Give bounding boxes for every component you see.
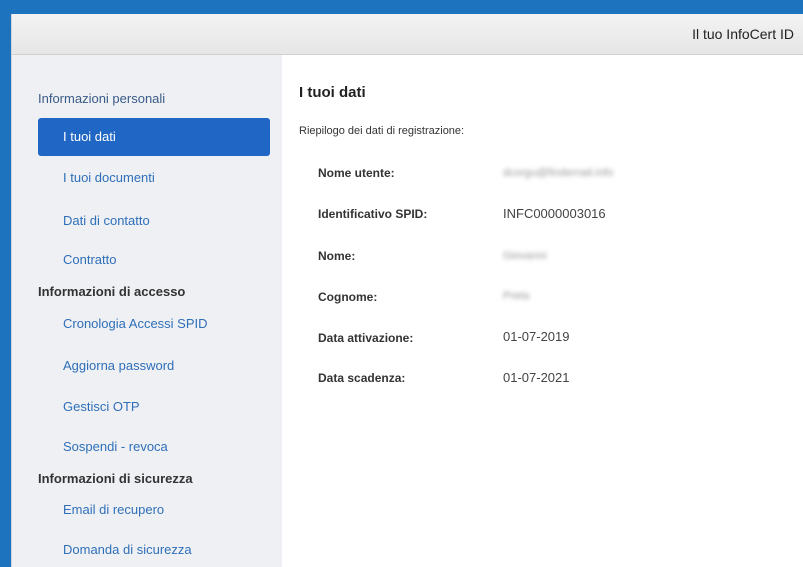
sidebar: Informazioni personali I tuoi dati I tuo… [12,55,282,567]
field-value-username: dcorgu@findernail.info [503,167,614,179]
sidebar-item-dati-di-contatto[interactable]: Dati di contatto [63,213,150,228]
field-label-nome: Nome: [318,249,356,263]
sidebar-group-personal[interactable]: Informazioni personali [38,91,165,106]
field-label-cognome: Cognome: [318,290,378,304]
field-label-scadenza: Data scadenza: [318,371,406,385]
sidebar-item-aggiorna-password[interactable]: Aggiorna password [63,358,174,373]
field-value-spid: INFC0000003016 [503,206,606,221]
field-label-username: Nome utente: [318,166,395,180]
sidebar-item-sospendi-revoca[interactable]: Sospendi - revoca [63,439,168,454]
sidebar-section-access: Informazioni di accesso [38,284,186,299]
field-value-scadenza: 01-07-2021 [503,370,570,385]
sidebar-item-contratto[interactable]: Contratto [63,252,116,267]
sidebar-item-domanda-sicurezza[interactable]: Domanda di sicurezza [63,542,192,557]
field-label-attivazione: Data attivazione: [318,331,414,345]
page-subtitle: Riepilogo dei dati di registrazione: [299,125,465,137]
sidebar-item-email-recupero[interactable]: Email di recupero [63,502,164,517]
app-window: Il tuo InfoCert ID Informazioni personal… [11,14,803,567]
field-label-spid: Identificativo SPID: [318,207,428,221]
brand-title: Il tuo InfoCert ID [692,26,794,42]
sidebar-item-i-tuoi-documenti[interactable]: I tuoi documenti [63,170,155,185]
sidebar-section-security: Informazioni di sicurezza [38,471,193,486]
field-value-nome: Giovanni [503,250,547,262]
field-value-attivazione: 01-07-2019 [503,329,570,344]
top-bar: Il tuo InfoCert ID [12,14,803,55]
sidebar-item-cronologia-accessi[interactable]: Cronologia Accessi SPID [63,316,208,331]
sidebar-item-i-tuoi-dati[interactable]: I tuoi dati [38,118,270,156]
page-title: I tuoi dati [299,84,366,101]
main-content: I tuoi dati Riepilogo dei dati di regist… [282,55,803,567]
field-value-cognome: Preta [503,290,530,302]
sidebar-item-gestisci-otp[interactable]: Gestisci OTP [63,399,140,414]
